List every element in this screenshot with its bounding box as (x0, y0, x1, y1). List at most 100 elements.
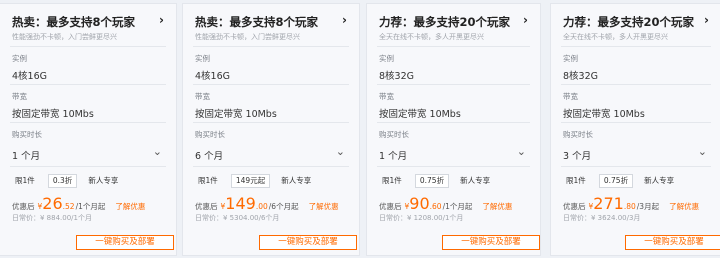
duration-label: 购买时长 (563, 130, 593, 139)
duration-value: 1 个月 (379, 151, 408, 162)
divider (561, 166, 711, 167)
chevron-right-icon[interactable]: › (523, 13, 528, 27)
instance-value: 8核32G (379, 71, 414, 82)
price-label: 优惠后 (12, 202, 35, 211)
instance-value: 4核16G (195, 71, 230, 82)
discount-tag: 0.75折 (414, 174, 450, 188)
divider (561, 84, 711, 85)
price-unit: /1个月起 (75, 202, 106, 211)
product-card: 热卖：最多支持8个玩家 › 性能强劲不卡顿，入门尝鲜更尽兴 实例 4核16G 带… (182, 3, 360, 256)
card-header[interactable]: 力荐：最多支持20个玩家 › 全天在线不卡顿，多人开黑更尽兴 (551, 4, 720, 44)
chevron-right-icon[interactable]: › (342, 13, 347, 27)
buy-deploy-button[interactable]: 一键购买及部署 (442, 235, 540, 250)
product-card: 热卖：最多支持8个玩家 › 性能强劲不卡顿，入门尝鲜更尽兴 实例 4核16G 带… (0, 3, 177, 256)
divider (10, 84, 166, 85)
newcomer-tag: 新人专享 (460, 176, 491, 185)
divider (193, 46, 349, 47)
learn-more-link[interactable]: 了解优惠 (669, 202, 699, 211)
daily-price: 日常价：¥ 3624.00/3月 (563, 214, 641, 222)
card-title: 热卖：最多支持8个玩家 (12, 15, 136, 29)
divider (377, 166, 530, 167)
card-subtitle: 性能强劲不卡顿，入门尝鲜更尽兴 (195, 33, 300, 41)
divider (193, 166, 349, 167)
divider (377, 84, 530, 85)
buy-deploy-button[interactable]: 一键购买及部署 (76, 235, 174, 250)
card-header[interactable]: 热卖：最多支持8个玩家 › 性能强劲不卡顿，入门尝鲜更尽兴 (183, 4, 359, 44)
divider (193, 84, 349, 85)
daily-price: 日常价：¥ 5304.00/6个月 (195, 214, 280, 222)
bandwidth-label: 带宽 (379, 92, 394, 101)
chevron-right-icon[interactable]: › (159, 13, 164, 27)
newcomer-tag: 新人专享 (88, 176, 119, 185)
duration-select[interactable]: 6 个月 ⌄ (195, 145, 345, 163)
newcomer-tag: 新人专享 (281, 176, 312, 185)
chevron-down-icon: ⌄ (516, 145, 526, 158)
instance-value: 8核32G (563, 71, 598, 82)
price-decimal: .52 (62, 202, 75, 211)
discount-tag: 149元起 (230, 174, 271, 188)
price-row: 优惠后 ¥26.52/1个月起 了解优惠 (12, 194, 145, 214)
card-subtitle: 性能强劲不卡顿，入门尝鲜更尽兴 (12, 33, 117, 41)
buy-deploy-button[interactable]: 一键购买及部署 (625, 235, 720, 250)
bandwidth-value: 按固定带宽 10Mbs (195, 109, 277, 120)
card-header[interactable]: 力荐：最多支持20个玩家 › 全天在线不卡顿，多人开黑更尽兴 (367, 4, 540, 44)
bandwidth-value: 按固定带宽 10Mbs (563, 109, 645, 120)
divider (10, 166, 166, 167)
card-header[interactable]: 热卖：最多支持8个玩家 › 性能强劲不卡顿，入门尝鲜更尽兴 (0, 4, 176, 44)
price-label: 优惠后 (195, 202, 218, 211)
duration-label: 购买时长 (379, 130, 409, 139)
instance-label: 实例 (563, 54, 578, 63)
price-unit: /1个月起 (442, 202, 473, 211)
discount-tag: 0.3折 (47, 174, 78, 188)
promo-tags: 限1件 0.75折 新人专享 (563, 174, 682, 188)
duration-label: 购买时长 (12, 130, 42, 139)
learn-more-link[interactable]: 了解优惠 (482, 202, 512, 211)
chevron-right-icon[interactable]: › (704, 13, 709, 27)
card-title: 热卖：最多支持8个玩家 (195, 15, 319, 29)
price-decimal: .80 (623, 202, 636, 211)
card-title: 力荐：最多支持20个玩家 (563, 15, 695, 29)
divider (10, 46, 166, 47)
card-subtitle: 全天在线不卡顿，多人开黑更尽兴 (563, 33, 668, 41)
duration-select[interactable]: 3 个月 ⌄ (563, 145, 707, 163)
product-card: 力荐：最多支持20个玩家 › 全天在线不卡顿，多人开黑更尽兴 实例 8核32G … (550, 3, 720, 256)
duration-value: 1 个月 (12, 151, 41, 162)
price-decimal: .00 (255, 202, 268, 211)
chevron-down-icon: ⌄ (335, 145, 345, 158)
instance-value: 4核16G (12, 71, 47, 82)
promo-tags: 限1件 0.75折 新人专享 (379, 174, 498, 188)
price-row: 优惠后 ¥149.00/6个月起 了解优惠 (195, 194, 339, 214)
duration-select[interactable]: 1 个月 ⌄ (379, 145, 526, 163)
product-card: 力荐：最多支持20个玩家 › 全天在线不卡顿，多人开黑更尽兴 实例 8核32G … (366, 3, 541, 256)
price-row: 优惠后 ¥90.60/1个月起 了解优惠 (379, 194, 512, 214)
instance-label: 实例 (12, 54, 27, 63)
product-cards: 热卖：最多支持8个玩家 › 性能强劲不卡顿，入门尝鲜更尽兴 实例 4核16G 带… (0, 0, 720, 258)
divider (561, 122, 711, 123)
price-integer: 271 (593, 194, 624, 213)
limit-tag: 限1件 (15, 176, 35, 185)
instance-label: 实例 (195, 54, 210, 63)
learn-more-link[interactable]: 了解优惠 (115, 202, 145, 211)
instance-label: 实例 (379, 54, 394, 63)
discount-tag: 0.75折 (598, 174, 634, 188)
divider (377, 122, 530, 123)
daily-price: 日常价：¥ 884.00/1个月 (12, 214, 92, 222)
learn-more-link[interactable]: 了解优惠 (309, 202, 339, 211)
price-row: 优惠后 ¥271.80/3月起 了解优惠 (563, 194, 699, 214)
newcomer-tag: 新人专享 (644, 176, 675, 185)
bandwidth-label: 带宽 (563, 92, 578, 101)
bandwidth-value: 按固定带宽 10Mbs (12, 109, 94, 120)
duration-select[interactable]: 1 个月 ⌄ (12, 145, 162, 163)
duration-label: 购买时长 (195, 130, 225, 139)
duration-value: 6 个月 (195, 151, 224, 162)
limit-tag: 限1件 (566, 176, 586, 185)
price-label: 优惠后 (379, 202, 402, 211)
card-subtitle: 全天在线不卡顿，多人开黑更尽兴 (379, 33, 484, 41)
price-integer: 26 (42, 194, 63, 213)
promo-tags: 限1件 0.3折 新人专享 (12, 174, 126, 188)
duration-value: 3 个月 (563, 151, 592, 162)
price-label: 优惠后 (563, 202, 586, 211)
bandwidth-label: 带宽 (12, 92, 27, 101)
buy-deploy-button[interactable]: 一键购买及部署 (259, 235, 357, 250)
price-unit: /6个月起 (268, 202, 299, 211)
